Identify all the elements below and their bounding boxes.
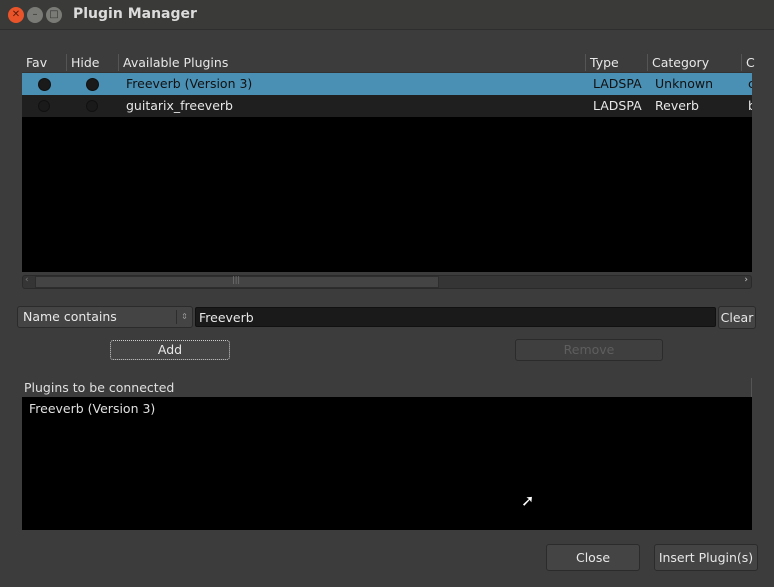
connected-list-header: Plugins to be connected [22,378,752,397]
scroll-right-icon[interactable]: › [744,275,748,285]
plugin-name: guitarix_freeverb [126,98,233,113]
table-row[interactable]: Freeverb (Version 3) LADSPA Unknown c [22,73,752,95]
plugin-name: Freeverb (Version 3) [126,76,253,91]
fav-toggle[interactable] [38,100,50,112]
list-item[interactable]: Freeverb (Version 3) [29,401,745,416]
title-bar: ✕ – □ Plugin Manager [0,0,774,30]
plugin-type: LADSPA [593,76,642,91]
table-header: Fav Hide Available Plugins Type Category… [22,52,755,73]
column-type[interactable]: Type [585,54,619,71]
window-title: Plugin Manager [73,6,197,22]
scroll-left-icon[interactable]: ‹ [25,275,29,285]
column-category[interactable]: Category [647,54,709,71]
column-fav[interactable]: Fav [22,54,47,71]
hide-toggle[interactable] [86,78,99,91]
plugin-table: Freeverb (Version 3) LADSPA Unknown c gu… [22,73,752,272]
add-button[interactable]: Add [110,340,230,360]
remove-button[interactable]: Remove [515,339,663,361]
mouse-cursor-icon: ➚ [521,491,535,510]
table-row[interactable]: guitarix_freeverb LADSPA Reverb b [22,95,752,117]
plugin-creator: b [748,98,752,113]
close-window-icon[interactable]: ✕ [8,7,24,23]
minimize-icon[interactable]: – [27,7,43,23]
clear-button[interactable]: Clear [718,306,756,329]
plugin-category: Reverb [655,98,699,113]
horizontal-scrollbar[interactable]: ‹ ||| › [22,275,752,289]
plugin-creator: c [748,76,752,91]
insert-plugins-button[interactable]: Insert Plugin(s) [654,544,758,571]
hide-toggle[interactable] [86,100,98,112]
scrollbar-thumb[interactable]: ||| [35,275,439,288]
filter-mode-select[interactable]: Name contains ⇕ [17,306,193,328]
column-creator[interactable]: C [741,54,755,71]
column-hide[interactable]: Hide [66,54,100,71]
column-available-plugins[interactable]: Available Plugins [118,54,228,71]
filter-input[interactable] [195,307,716,327]
maximize-icon[interactable]: □ [46,7,62,23]
connected-list: Freeverb (Version 3) [22,397,752,530]
filter-mode-value: Name contains [23,309,117,324]
chevron-updown-icon: ⇕ [176,310,192,324]
fav-toggle[interactable] [38,78,51,91]
close-button[interactable]: Close [546,544,640,571]
plugin-type: LADSPA [593,98,642,113]
plugin-category: Unknown [655,76,714,91]
